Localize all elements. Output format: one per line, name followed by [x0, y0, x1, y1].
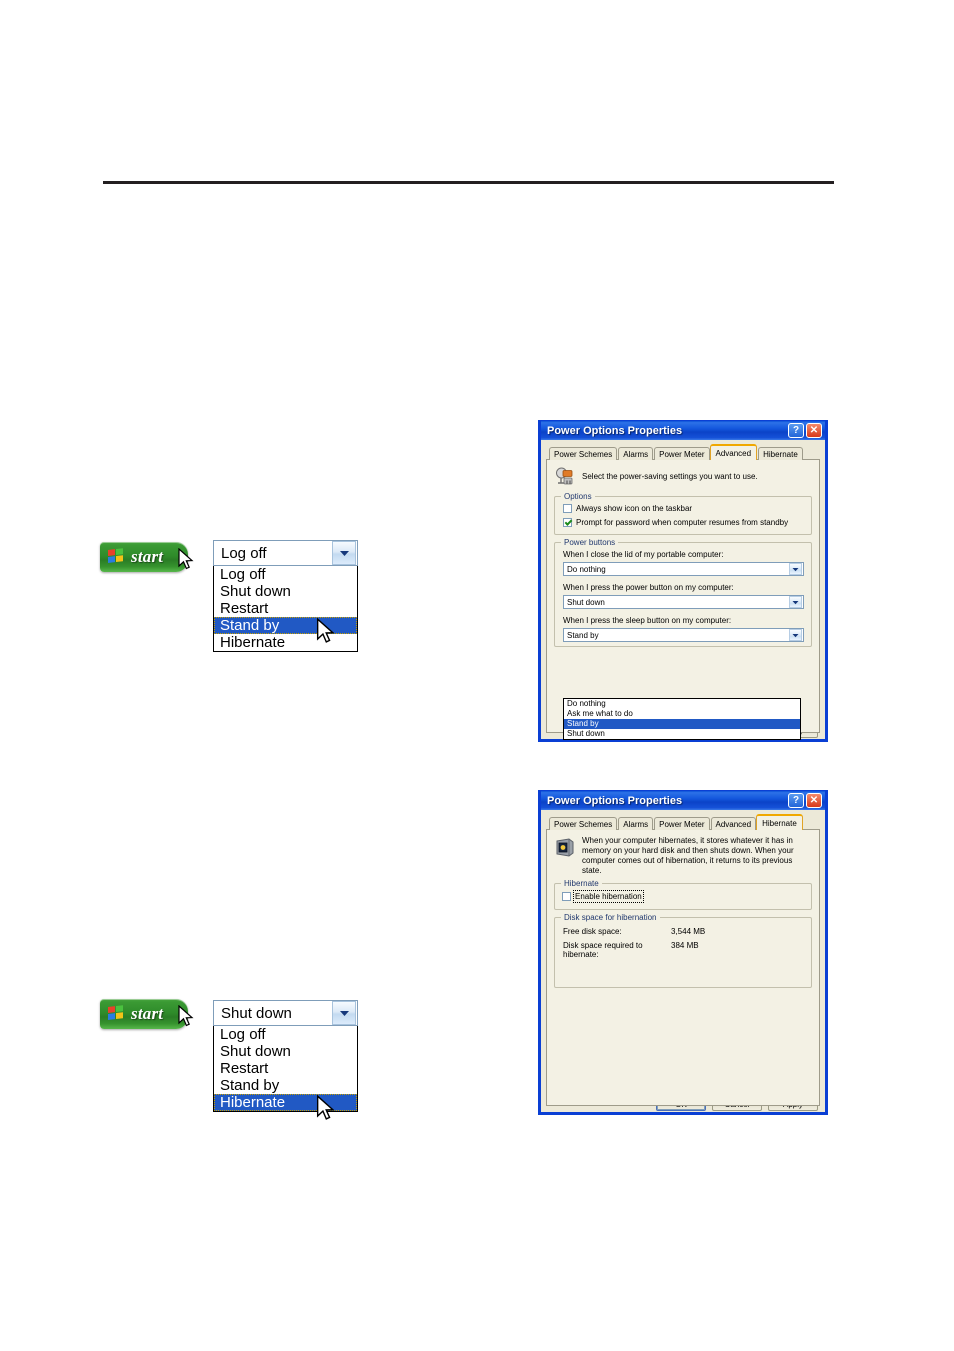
hibernate-group: Hibernate Enable hibernation: [554, 879, 812, 910]
shutdown-combo-list-bottom[interactable]: Log off Shut down Restart Stand by Hiber…: [213, 1026, 358, 1112]
tab-hibernate[interactable]: Hibernate: [758, 447, 803, 460]
chevron-down-icon[interactable]: [332, 1001, 356, 1025]
required-disk-space-value: 384 MB: [671, 941, 699, 950]
shutdown-combo-value-bottom: Shut down: [221, 1004, 292, 1022]
shutdown-combo-field-bottom[interactable]: Shut down: [213, 1000, 358, 1026]
list-item[interactable]: Restart: [214, 600, 357, 617]
tab-alarms[interactable]: Alarms: [618, 817, 654, 830]
options-group-legend: Options: [561, 492, 595, 501]
chevron-down-icon[interactable]: [789, 629, 802, 641]
tab-power-schemes[interactable]: Power Schemes: [549, 817, 618, 830]
always-show-icon-row[interactable]: Always show icon on the taskbar: [563, 504, 804, 513]
list-item-selected[interactable]: Stand by: [214, 617, 357, 634]
power-buttons-group-legend: Power buttons: [561, 538, 619, 547]
sleep-button-dropdown-list[interactable]: Do nothing Ask me what to do Stand by Sh…: [563, 698, 801, 740]
lid-close-label: When I close the lid of my portable comp…: [563, 550, 724, 559]
dialog-body: Power Schemes Alarms Power Meter Advance…: [541, 810, 825, 1112]
tab-power-meter[interactable]: Power Meter: [654, 817, 710, 830]
power-buttons-group: Power buttons When I close the lid of my…: [554, 538, 812, 647]
dialog-title: Power Options Properties: [547, 424, 683, 437]
start-button-bottom[interactable]: start: [100, 999, 188, 1029]
free-disk-space-key: Free disk space:: [563, 927, 622, 936]
power-button-label: When I press the power button on my comp…: [563, 583, 734, 592]
windows-flag-icon: [108, 548, 125, 566]
start-button-label: start: [131, 547, 164, 566]
chevron-down-icon[interactable]: [789, 596, 802, 608]
list-item[interactable]: Shut down: [214, 583, 357, 600]
sleep-button-combo[interactable]: Stand by: [563, 628, 804, 642]
disk-space-group-legend: Disk space for hibernation: [561, 913, 660, 922]
shutdown-combo-field-top[interactable]: Log off: [213, 540, 358, 566]
lid-close-value: Do nothing: [567, 564, 606, 574]
shutdown-combo-top[interactable]: Log off Log off Shut down Restart Stand …: [213, 540, 358, 652]
monitor-sleep-icon: [554, 836, 582, 861]
tab-power-meter[interactable]: Power Meter: [654, 447, 710, 460]
checkbox-enable-hibernation[interactable]: [562, 892, 571, 901]
tab-alarms[interactable]: Alarms: [618, 447, 654, 460]
disk-space-group: Disk space for hibernation Free disk spa…: [554, 913, 812, 988]
list-item[interactable]: Restart: [214, 1060, 357, 1077]
power-button-value: Shut down: [567, 597, 605, 607]
checkbox-prompt-password[interactable]: [563, 518, 572, 527]
dropdown-item-selected[interactable]: Stand by: [564, 719, 800, 729]
options-group: Options Always show icon on the taskbar …: [554, 492, 812, 535]
list-item[interactable]: Log off: [214, 566, 357, 583]
dialog-title: Power Options Properties: [547, 794, 683, 807]
tab-hibernate[interactable]: Hibernate: [756, 814, 803, 830]
power-options-dialog-hibernate[interactable]: Power Options Properties ? ✕ Power Schem…: [538, 790, 828, 1115]
dialog-titlebar[interactable]: Power Options Properties ? ✕: [541, 420, 825, 440]
tab-power-schemes[interactable]: Power Schemes: [549, 447, 618, 460]
help-icon[interactable]: ?: [788, 793, 804, 808]
chevron-down-icon[interactable]: [332, 541, 356, 565]
panel-header: When your computer hibernates, it stores…: [554, 836, 812, 876]
windows-flag-icon: [108, 1005, 125, 1023]
panel-header-text: When your computer hibernates, it stores…: [582, 836, 794, 875]
shutdown-combo-list-top[interactable]: Log off Shut down Restart Stand by Hiber…: [213, 566, 358, 652]
tab-advanced[interactable]: Advanced: [709, 444, 758, 460]
close-icon[interactable]: ✕: [806, 423, 822, 438]
tab-strip[interactable]: Power Schemes Alarms Power Meter Advance…: [546, 444, 820, 460]
list-item-selected[interactable]: Hibernate: [214, 1094, 357, 1111]
close-icon[interactable]: ✕: [806, 793, 822, 808]
dialog-titlebar[interactable]: Power Options Properties ? ✕: [541, 790, 825, 810]
list-item[interactable]: Hibernate: [214, 634, 357, 651]
help-icon[interactable]: ?: [788, 423, 804, 438]
chevron-down-icon[interactable]: [789, 563, 802, 575]
enable-hibernation-row[interactable]: Enable hibernation: [562, 890, 804, 903]
dropdown-item[interactable]: Do nothing: [564, 699, 800, 709]
tab-advanced[interactable]: Advanced: [710, 817, 757, 830]
power-plug-icon: [554, 466, 582, 489]
dialog-body: Power Schemes Alarms Power Meter Advance…: [541, 440, 825, 740]
list-item[interactable]: Stand by: [214, 1077, 357, 1094]
free-disk-space-value: 3,544 MB: [671, 927, 706, 936]
shutdown-combo-value-top: Log off: [221, 544, 267, 562]
power-options-dialog-advanced[interactable]: Power Options Properties ? ✕ Power Schem…: [538, 420, 828, 742]
tab-strip[interactable]: Power Schemes Alarms Power Meter Advance…: [546, 814, 820, 830]
hibernate-group-legend: Hibernate: [561, 879, 602, 888]
prompt-password-row[interactable]: Prompt for password when computer resume…: [563, 518, 804, 527]
panel-header-text: Select the power-saving settings you wan…: [582, 472, 758, 481]
always-show-icon-label: Always show icon on the taskbar: [576, 504, 693, 513]
shutdown-combo-bottom[interactable]: Shut down Log off Shut down Restart Stan…: [213, 1000, 358, 1112]
tab-panel-advanced: Select the power-saving settings you wan…: [546, 459, 820, 733]
sleep-button-value: Stand by: [567, 630, 599, 640]
tab-panel-hibernate: When your computer hibernates, it stores…: [546, 829, 820, 1106]
dropdown-item[interactable]: Shut down: [564, 729, 800, 739]
start-button-label: start: [131, 1004, 164, 1023]
free-disk-space-row: Free disk space: 3,544 MB: [563, 927, 804, 936]
checkbox-always-show-icon[interactable]: [563, 504, 572, 513]
power-button-combo[interactable]: Shut down: [563, 595, 804, 609]
panel-header: Select the power-saving settings you wan…: [554, 466, 812, 489]
prompt-password-label: Prompt for password when computer resume…: [576, 518, 789, 527]
sleep-button-label: When I press the sleep button on my comp…: [563, 616, 732, 625]
page-horizontal-rule: [103, 181, 834, 184]
required-disk-space-row: Disk space required to hibernate: 384 MB: [563, 941, 804, 959]
lid-close-combo[interactable]: Do nothing: [563, 562, 804, 576]
start-button-top[interactable]: start: [100, 542, 188, 572]
list-item[interactable]: Log off: [214, 1026, 357, 1043]
required-disk-space-key: Disk space required to hibernate:: [563, 941, 643, 959]
dropdown-item[interactable]: Ask me what to do: [564, 709, 800, 719]
list-item[interactable]: Shut down: [214, 1043, 357, 1060]
enable-hibernation-label: Enable hibernation: [573, 890, 644, 903]
